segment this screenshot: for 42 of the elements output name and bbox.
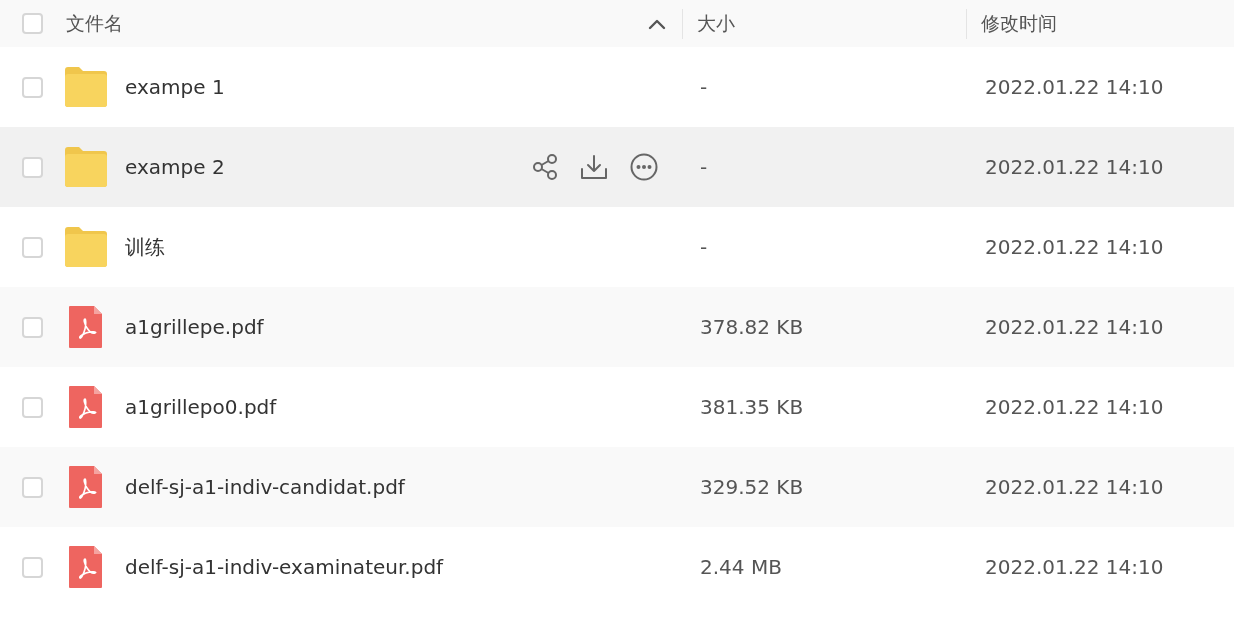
folder-icon bbox=[65, 67, 107, 107]
column-header[interactable]: 文件名 bbox=[66, 10, 123, 37]
row-checkbox[interactable] bbox=[22, 76, 43, 98]
row-checkbox[interactable] bbox=[22, 476, 43, 498]
file-row[interactable]: delf-sj-a1-indiv-candidat.pdf 329.52 KB 2022.01.22 14:10 bbox=[0, 447, 1234, 527]
chevron-up-icon[interactable] bbox=[648, 17, 666, 30]
download-icon[interactable] bbox=[580, 154, 608, 180]
size-cell-text: 378.82 KB bbox=[699, 315, 805, 339]
file-name[interactable]: 训练 bbox=[125, 233, 682, 261]
size-cell-text: - bbox=[699, 235, 709, 259]
row-checkbox[interactable] bbox=[22, 236, 43, 258]
file-name[interactable]: a1grillepo0.pdf bbox=[125, 395, 682, 419]
file-row[interactable]: a1grillepe.pdf 378.82 KB 2022.01.22 14:10 bbox=[0, 287, 1234, 367]
file-name[interactable]: delf-sj-a1-indiv-candidat.pdf bbox=[125, 475, 682, 499]
folder-icon bbox=[65, 147, 107, 187]
column-header[interactable]: 修改时间 bbox=[981, 10, 1057, 37]
size-cell-text: 2.44 MB bbox=[699, 555, 783, 579]
size-cell-text: - bbox=[699, 75, 709, 99]
row-checkbox[interactable] bbox=[22, 556, 43, 578]
file-name[interactable]: delf-sj-a1-indiv-examinateur.pdf bbox=[125, 555, 682, 579]
file-row[interactable]: exampe 2 - 2022.01.22 14:10 bbox=[0, 127, 1234, 207]
row-checkbox[interactable] bbox=[22, 396, 43, 418]
folder-icon bbox=[65, 227, 107, 267]
row-checkbox[interactable] bbox=[22, 316, 43, 338]
row-checkbox[interactable] bbox=[22, 156, 43, 178]
file-name[interactable]: exampe 2 bbox=[125, 155, 532, 179]
column-header[interactable]: 大小 bbox=[697, 10, 735, 37]
modified-time-cell-text: 2022.01.22 14:10 bbox=[984, 155, 1165, 179]
file-name[interactable]: exampe 1 bbox=[125, 75, 682, 99]
modified-time-cell-text: 2022.01.22 14:10 bbox=[984, 395, 1165, 419]
size-cell-text: - bbox=[699, 155, 709, 179]
file-name[interactable]: a1grillepe.pdf bbox=[125, 315, 682, 339]
size-cell-text: 329.52 KB bbox=[699, 475, 805, 499]
modified-time-cell-text: 2022.01.22 14:10 bbox=[984, 235, 1165, 259]
modified-time-cell-text: 2022.01.22 14:10 bbox=[984, 315, 1165, 339]
modified-time-cell-text: 2022.01.22 14:10 bbox=[984, 555, 1165, 579]
modified-time-cell-text: 2022.01.22 14:10 bbox=[984, 75, 1165, 99]
size-cell-text: 381.35 KB bbox=[699, 395, 805, 419]
modified-time-cell-text: 2022.01.22 14:10 bbox=[984, 475, 1165, 499]
share-icon[interactable] bbox=[532, 154, 558, 180]
more-icon[interactable] bbox=[630, 153, 658, 181]
select-all-checkbox[interactable] bbox=[22, 13, 43, 34]
